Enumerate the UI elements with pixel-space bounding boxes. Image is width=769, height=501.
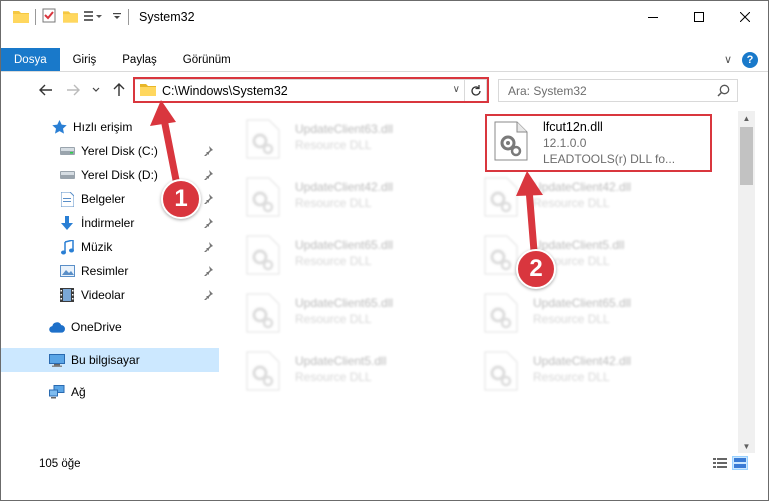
annotation-arrows — [150, 100, 543, 255]
file-explorer-window: System32 Dosya Giriş Paylaş Görünüm ∨ ? — [0, 0, 769, 501]
step-2-badge: 2 — [516, 249, 556, 289]
step-1-badge: 1 — [161, 179, 201, 219]
